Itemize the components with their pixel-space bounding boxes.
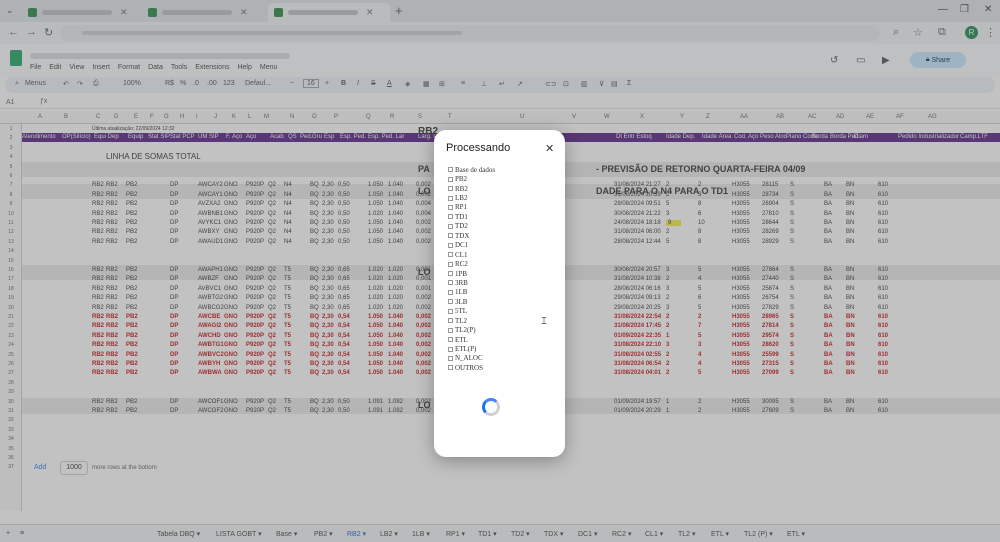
checkbox[interactable]	[448, 242, 453, 248]
checklist-label: RP1	[455, 203, 468, 212]
checklist-item[interactable]: CL1	[448, 250, 495, 259]
checklist-label: RC2	[455, 260, 468, 269]
checklist-item[interactable]: Base de dados	[448, 165, 495, 174]
checklist-label: 5TL	[455, 307, 468, 316]
checklist-item[interactable]: RB2	[448, 184, 495, 193]
checkbox[interactable]	[448, 167, 453, 173]
checklist-label: 3LB	[455, 297, 468, 306]
checkbox[interactable]	[448, 327, 453, 333]
checklist-label: 1LB	[455, 288, 468, 297]
checklist-label: ETL	[455, 335, 468, 344]
checklist-item[interactable]: TD2	[448, 222, 495, 231]
checklist-label: TD1	[455, 212, 468, 221]
checkbox[interactable]	[448, 233, 453, 239]
checklist-item[interactable]: TL2(P)	[448, 325, 495, 334]
checklist-item[interactable]: 3RB	[448, 278, 495, 287]
checklist-label: OUTROS	[455, 363, 484, 372]
checklist-item[interactable]: RP1	[448, 203, 495, 212]
checkbox[interactable]	[448, 299, 453, 305]
checkbox[interactable]	[448, 223, 453, 229]
checkbox[interactable]	[448, 346, 453, 352]
checklist-item[interactable]: TDX	[448, 231, 495, 240]
checklist-label: TDX	[455, 231, 470, 240]
mouse-cursor-icon: ⌶	[541, 316, 547, 327]
checklist-item[interactable]: N_ALOC	[448, 354, 495, 363]
dialog-title: Processando	[446, 142, 511, 154]
checklist-item[interactable]: TL2	[448, 316, 495, 325]
checkbox[interactable]	[448, 308, 453, 314]
checklist-label: TL2	[455, 316, 468, 325]
checkbox[interactable]	[448, 214, 453, 220]
checkbox[interactable]	[448, 289, 453, 295]
checkbox[interactable]	[448, 337, 453, 343]
checklist-item[interactable]: 3LB	[448, 297, 495, 306]
checkbox[interactable]	[448, 176, 453, 182]
checklist-label: RB2	[455, 184, 468, 193]
dialog-close-icon[interactable]: ✕	[545, 142, 554, 155]
checklist-item[interactable]: ETL(P)	[448, 344, 495, 353]
checkbox[interactable]	[448, 195, 453, 201]
checklist-item[interactable]: LB2	[448, 193, 495, 202]
checklist-label: TL2(P)	[455, 326, 476, 335]
checklist-label: 1PB	[455, 269, 468, 278]
sheet-checklist: Base de dados PB2 RB2 LB2 RP1 TD1 TD2 TDX DC1 CL1…	[448, 165, 495, 373]
checklist-label: Base de dados	[455, 165, 496, 174]
checklist-label: CL1	[455, 250, 468, 259]
checklist-item[interactable]: 5TL	[448, 307, 495, 316]
checklist-item[interactable]: 1PB	[448, 269, 495, 278]
checklist-label: TD2	[455, 222, 468, 231]
checkbox[interactable]	[448, 271, 453, 277]
checklist-item[interactable]: ETL	[448, 335, 495, 344]
checklist-item[interactable]: RC2	[448, 259, 495, 268]
processing-dialog: Processando ✕ Base de dados PB2 RB2 LB2 RP1 T…	[434, 130, 565, 457]
checklist-label: LB2	[455, 194, 468, 203]
checklist-item[interactable]: 1LB	[448, 288, 495, 297]
loading-spinner-icon	[482, 398, 500, 416]
checklist-label: ETL(P)	[455, 345, 477, 354]
checkbox[interactable]	[448, 261, 453, 267]
checkbox[interactable]	[448, 186, 453, 192]
checklist-label: DC1	[455, 241, 469, 250]
checkbox[interactable]	[448, 355, 453, 361]
checklist-label: 3RB	[455, 278, 468, 287]
checkbox[interactable]	[448, 318, 453, 324]
checklist-item[interactable]: PB2	[448, 174, 495, 183]
checkbox[interactable]	[448, 252, 453, 258]
checklist-item[interactable]: DC1	[448, 241, 495, 250]
checklist-item[interactable]: OUTROS	[448, 363, 495, 372]
checkbox[interactable]	[448, 280, 453, 286]
checklist-label: N_ALOC	[455, 354, 483, 363]
checkbox[interactable]	[448, 365, 453, 371]
checklist-item[interactable]: TD1	[448, 212, 495, 221]
checklist-label: PB2	[455, 175, 468, 184]
checkbox[interactable]	[448, 204, 453, 210]
